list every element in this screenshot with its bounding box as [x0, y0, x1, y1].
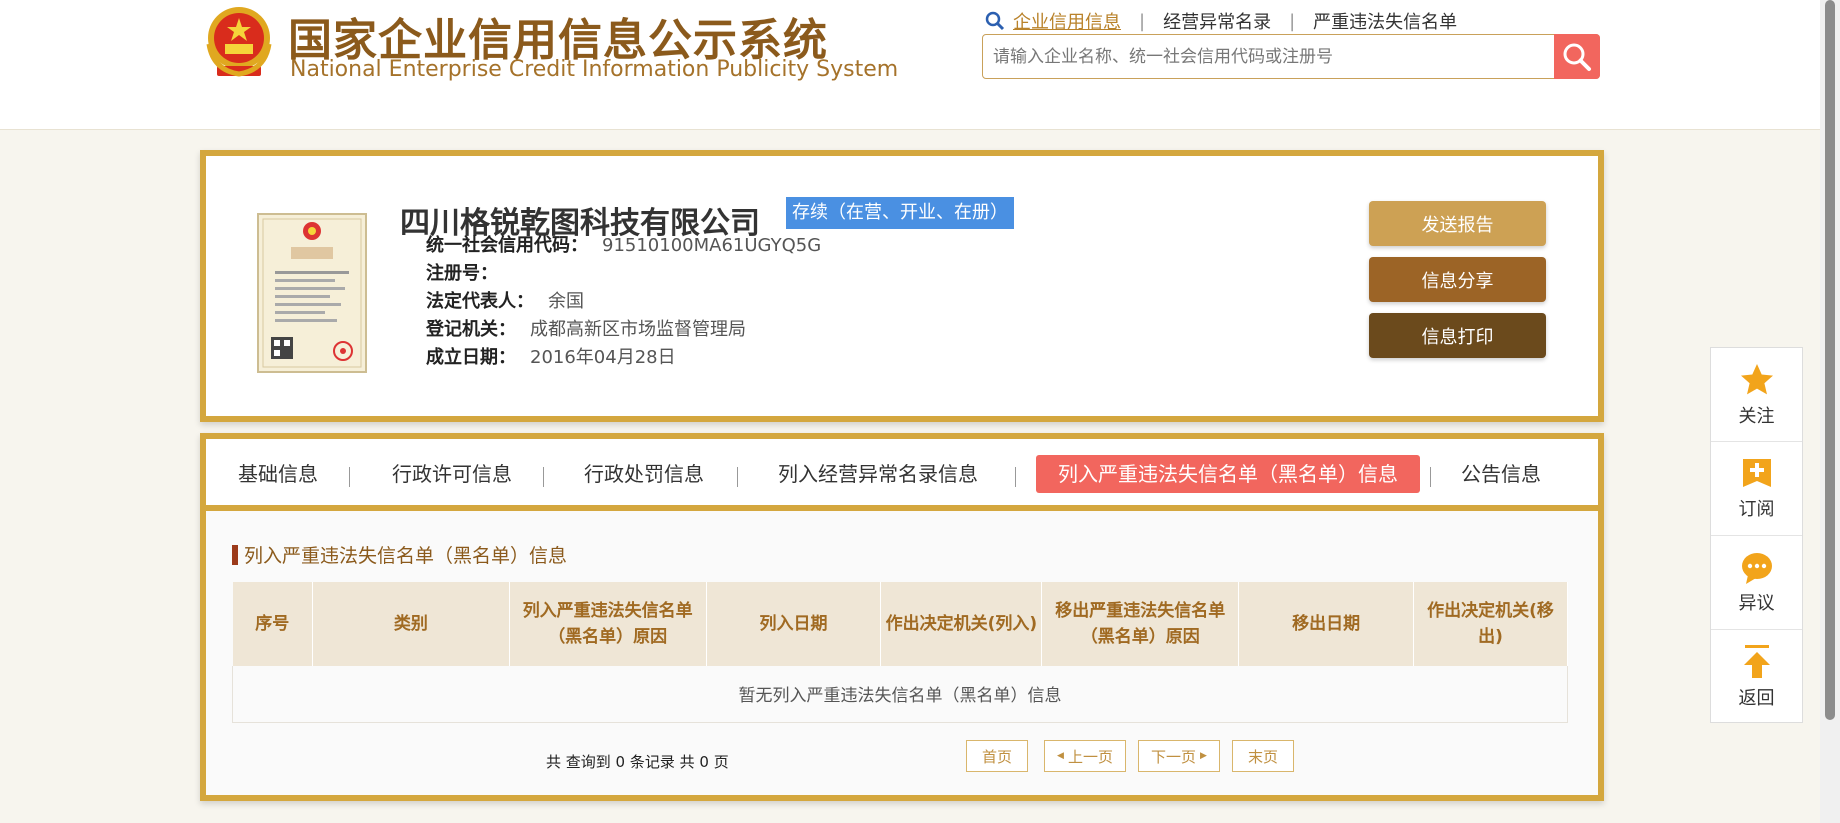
follow-button[interactable]: 关注	[1711, 348, 1802, 442]
site-header: 国家企业信用信息公示系统 National Enterprise Credit …	[0, 0, 1820, 130]
tab-separator	[349, 467, 350, 487]
reg-authority-value: 成都高新区市场监督管理局	[530, 319, 746, 340]
chevron-left-icon: ◀	[1057, 751, 1064, 761]
subscribe-label: 订阅	[1738, 498, 1775, 520]
col-header: 移出严重违法失信名单（黑名单）原因	[1041, 582, 1240, 666]
blacklist-table: 序号 类别 列入严重违法失信名单（黑名单）原因 列入日期 作出决定机关(列入) …	[232, 582, 1568, 723]
nav-separator: |	[1139, 10, 1146, 32]
tab-basic-info[interactable]: 基础信息	[238, 455, 318, 493]
section-title-bar	[232, 545, 238, 565]
search-icon	[985, 11, 1005, 31]
follow-label: 关注	[1738, 405, 1775, 427]
col-header: 作出决定机关(列入)	[880, 582, 1043, 666]
objection-label: 异议	[1738, 592, 1775, 614]
reg-authority-label: 登记机关：	[426, 319, 516, 340]
tab-blacklist[interactable]: 列入严重违法失信名单（黑名单）信息	[1036, 455, 1420, 493]
nav-abnormal-list[interactable]: 经营异常名录	[1163, 8, 1271, 34]
tab-admin-penalty[interactable]: 行政处罚信息	[584, 455, 704, 493]
search-input[interactable]	[993, 43, 1533, 71]
credit-code-value: 91510100MA61UGYQ5G	[602, 235, 822, 256]
tab-separator	[543, 467, 544, 487]
chevron-right-icon: ▶	[1200, 751, 1207, 761]
col-header: 列入日期	[706, 582, 882, 666]
col-header: 移出日期	[1238, 582, 1415, 666]
pagination-summary: 共 查询到 0 条记录 共 0 页	[546, 753, 729, 771]
table-row: 暂无列入严重违法失信名单（黑名单）信息	[232, 666, 1568, 723]
tab-separator	[1430, 467, 1431, 487]
comment-icon	[1741, 552, 1772, 584]
prev-page-button[interactable]: ◀ 上一页	[1044, 740, 1126, 772]
scrollbar-thumb[interactable]	[1825, 0, 1835, 720]
nav-blacklist[interactable]: 严重违法失信名单	[1313, 8, 1457, 34]
subscribe-button[interactable]: 订阅	[1711, 442, 1802, 536]
back-to-top-icon	[1743, 645, 1770, 678]
page-scrollbar[interactable]	[1820, 0, 1840, 823]
site-title-en: National Enterprise Credit Information P…	[290, 57, 899, 82]
back-to-top-button[interactable]: 返回	[1711, 630, 1802, 724]
established-date-row: 成立日期： 2016年04月28日	[426, 343, 676, 369]
search-box	[982, 34, 1600, 79]
established-date-value: 2016年04月28日	[530, 347, 676, 368]
tab-announcements[interactable]: 公告信息	[1461, 455, 1541, 493]
share-info-button[interactable]: 信息分享	[1369, 257, 1546, 302]
objection-button[interactable]: 异议	[1711, 536, 1802, 630]
tab-separator	[737, 467, 738, 487]
table-header-row: 序号 类别 列入严重违法失信名单（黑名单）原因 列入日期 作出决定机关(列入) …	[232, 582, 1568, 666]
reg-number-row: 注册号：	[426, 259, 512, 285]
print-info-button[interactable]: 信息打印	[1369, 313, 1546, 358]
subscribe-icon	[1742, 458, 1771, 487]
established-date-label: 成立日期：	[426, 347, 516, 368]
legal-rep-label: 法定代表人：	[426, 291, 534, 312]
search-button[interactable]	[1554, 34, 1600, 79]
side-toolbar: 关注 订阅 异议 返回	[1710, 347, 1803, 723]
detail-card: 基础信息 行政许可信息 行政处罚信息 列入经营异常名录信息 列入严重违法失信名单…	[200, 433, 1604, 801]
star-icon	[1740, 363, 1773, 394]
tab-abnormal-list[interactable]: 列入经营异常名录信息	[778, 455, 978, 493]
legal-rep-row: 法定代表人： 余国	[426, 287, 584, 313]
col-header: 作出决定机关(移出)	[1413, 582, 1568, 666]
nav-separator: |	[1289, 10, 1296, 32]
prev-page-label: 上一页	[1067, 747, 1113, 766]
first-page-button[interactable]: 首页	[966, 740, 1028, 772]
section-title-text: 列入严重违法失信名单（黑名单）信息	[244, 545, 568, 567]
tab-separator	[1015, 467, 1016, 487]
top-nav: 企业信用信息 | 经营异常名录 | 严重违法失信名单	[985, 8, 1457, 34]
next-page-button[interactable]: 下一页 ▶	[1138, 740, 1220, 772]
search-icon	[1563, 43, 1591, 71]
back-to-top-label: 返回	[1738, 688, 1775, 709]
send-report-button[interactable]: 发送报告	[1369, 201, 1546, 246]
legal-rep-value: 余国	[548, 291, 584, 312]
reg-authority-row: 登记机关： 成都高新区市场监督管理局	[426, 315, 746, 341]
col-header: 类别	[312, 582, 510, 666]
empty-message: 暂无列入严重违法失信名单（黑名单）信息	[232, 666, 1568, 723]
national-emblem-icon	[206, 7, 272, 77]
reg-number-label: 注册号：	[426, 263, 498, 284]
credit-code-row: 统一社会信用代码： 91510100MA61UGYQ5G	[426, 231, 821, 257]
tab-admin-license[interactable]: 行政许可信息	[392, 455, 512, 493]
credit-code-label: 统一社会信用代码：	[426, 235, 588, 256]
tab-bar: 基础信息 行政许可信息 行政处罚信息 列入经营异常名录信息 列入严重违法失信名单…	[206, 439, 1598, 511]
tab-content: 列入严重违法失信名单（黑名单）信息 序号 类别 列入严重违法失信名单（黑名单）原…	[206, 511, 1598, 795]
status-badge: 存续（在营、开业、在册）	[786, 197, 1014, 229]
business-license-image	[257, 213, 367, 373]
section-title: 列入严重违法失信名单（黑名单）信息	[232, 541, 567, 568]
company-card: 四川格锐乾图科技有限公司 存续（在营、开业、在册） 统一社会信用代码： 91510…	[200, 150, 1604, 422]
nav-enterprise-credit[interactable]: 企业信用信息	[1013, 8, 1121, 34]
col-header: 序号	[232, 582, 313, 666]
last-page-button[interactable]: 末页	[1232, 740, 1294, 772]
next-page-label: 下一页	[1151, 747, 1197, 766]
col-header: 列入严重违法失信名单（黑名单）原因	[509, 582, 707, 666]
